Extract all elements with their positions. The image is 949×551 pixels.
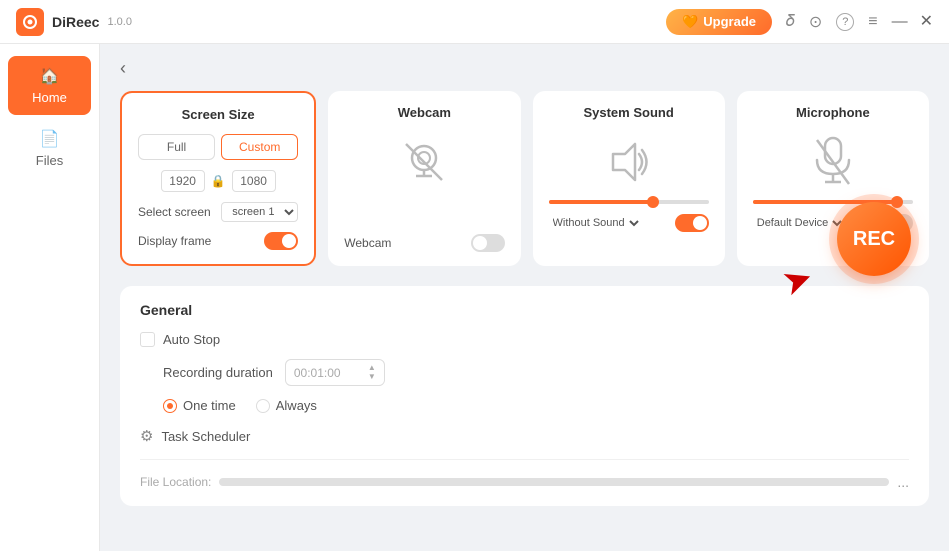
home-icon: 🏠 (40, 66, 60, 86)
sidebar-home-label: Home (32, 90, 67, 105)
system-sound-card: System Sound Without So (533, 91, 725, 266)
size-buttons: Full Custom (138, 134, 298, 160)
webcam-svg (398, 136, 450, 188)
screen-size-card: Screen Size Full Custom 🔒 Select screen … (120, 91, 316, 266)
minimize-button[interactable]: — (892, 14, 908, 30)
webcam-toggle[interactable] (471, 234, 505, 252)
heart-icon: 🧡 (682, 14, 698, 30)
content-area: ‹ Screen Size Full Custom 🔒 Select scree… (100, 44, 949, 551)
upgrade-button[interactable]: 🧡 Upgrade (666, 9, 772, 35)
one-time-label: One time (183, 398, 236, 413)
always-radio[interactable] (256, 399, 270, 413)
display-frame-label: Display frame (138, 234, 211, 248)
sidebar-item-files[interactable]: 📄 Files (8, 119, 91, 178)
mic-icon-area (753, 132, 913, 192)
system-sound-title: System Sound (549, 105, 709, 120)
recording-duration-row: Recording duration ▲ ▼ (140, 359, 909, 386)
duration-down-arrow[interactable]: ▼ (368, 373, 376, 381)
file-dots-button[interactable]: ... (897, 474, 909, 490)
auto-stop-label: Auto Stop (163, 332, 220, 347)
display-frame-toggle[interactable] (264, 232, 298, 250)
cards-row: Screen Size Full Custom 🔒 Select screen … (120, 91, 929, 266)
duration-up-arrow[interactable]: ▲ (368, 364, 376, 372)
main-layout: 🏠 Home 📄 Files ‹ Screen Size Full Custom… (0, 44, 949, 551)
gear-icon: ⚙ (140, 427, 153, 445)
full-size-button[interactable]: Full (138, 134, 215, 160)
task-scheduler-row[interactable]: ⚙ Task Scheduler (140, 427, 909, 445)
radio-row: One time Always (140, 398, 909, 413)
webcam-card: Webcam Webcam (328, 91, 520, 266)
settings-circle-icon[interactable]: ⊙ (809, 12, 822, 32)
mic-svg (811, 134, 855, 190)
rec-button-outer: REC (829, 194, 919, 284)
system-sound-toggle[interactable] (675, 214, 709, 232)
always-option[interactable]: Always (256, 398, 317, 413)
select-screen-label: Select screen (138, 205, 211, 219)
app-logo (16, 8, 44, 36)
sound-svg (605, 138, 653, 186)
app-info: DiReec 1.0.0 (16, 8, 132, 36)
display-frame-row: Display frame (138, 232, 298, 250)
menu-icon[interactable]: ≡ (868, 13, 877, 31)
sound-slider-track[interactable] (549, 200, 709, 204)
webcam-label: Webcam (344, 236, 391, 250)
screen-select[interactable]: screen 1 (221, 202, 298, 222)
files-icon: 📄 (40, 129, 60, 149)
close-button[interactable]: ✕ (920, 14, 933, 30)
resolution-row: 🔒 (138, 170, 298, 192)
app-version: 1.0.0 (107, 16, 131, 28)
sound-dropdown-row: Without Sound With Sound (549, 214, 709, 232)
select-screen-row: Select screen screen 1 (138, 202, 298, 222)
webcam-title: Webcam (398, 105, 451, 120)
back-button[interactable]: ‹ (120, 58, 126, 79)
task-scheduler-label: Task Scheduler (161, 429, 250, 444)
auto-stop-row: Auto Stop (140, 332, 909, 347)
webcam-icon (394, 132, 454, 192)
width-input[interactable] (161, 170, 205, 192)
lock-icon: 🔒 (211, 174, 226, 188)
recording-duration-label: Recording duration (163, 365, 273, 380)
duration-input-wrap: ▲ ▼ (285, 359, 385, 386)
one-time-option[interactable]: One time (163, 398, 236, 413)
title-bar: DiReec 1.0.0 🧡 Upgrade 𝛿 ⊙ ? ≡ — ✕ (0, 0, 949, 44)
duration-arrows: ▲ ▼ (368, 364, 376, 381)
sidebar: 🏠 Home 📄 Files (0, 44, 100, 551)
sound-slider-thumb (647, 196, 659, 208)
general-title: General (140, 302, 909, 318)
sidebar-item-home[interactable]: 🏠 Home (8, 56, 91, 115)
sound-select[interactable]: Without Sound With Sound (549, 216, 642, 230)
file-path (219, 478, 889, 486)
duration-input[interactable] (294, 366, 364, 380)
general-section: General Auto Stop Recording duration ▲ ▼ (120, 286, 929, 506)
sound-icon-area (549, 132, 709, 192)
auto-stop-checkbox[interactable] (140, 332, 155, 347)
coin-icon[interactable]: 𝛿 (786, 13, 795, 31)
screen-size-title: Screen Size (138, 107, 298, 122)
upgrade-label: Upgrade (703, 14, 756, 29)
title-bar-right: 🧡 Upgrade 𝛿 ⊙ ? ≡ — ✕ (666, 9, 933, 35)
file-location-label: File Location: (140, 475, 211, 489)
webcam-bottom-row: Webcam (344, 234, 504, 252)
help-icon[interactable]: ? (836, 13, 854, 31)
rec-button[interactable]: REC (837, 202, 911, 276)
window-controls: — ✕ (892, 14, 933, 30)
app-name: DiReec (52, 14, 99, 30)
custom-size-button[interactable]: Custom (221, 134, 298, 160)
file-location-row: File Location: ... (140, 459, 909, 490)
sound-slider-row (549, 200, 709, 204)
one-time-radio[interactable] (163, 399, 177, 413)
always-label: Always (276, 398, 317, 413)
microphone-title: Microphone (753, 105, 913, 120)
app-logo-icon (23, 15, 37, 29)
sound-slider-fill (549, 200, 653, 204)
sidebar-files-label: Files (36, 153, 63, 168)
rec-button-area: ➤ REC (829, 194, 919, 284)
height-input[interactable] (232, 170, 276, 192)
